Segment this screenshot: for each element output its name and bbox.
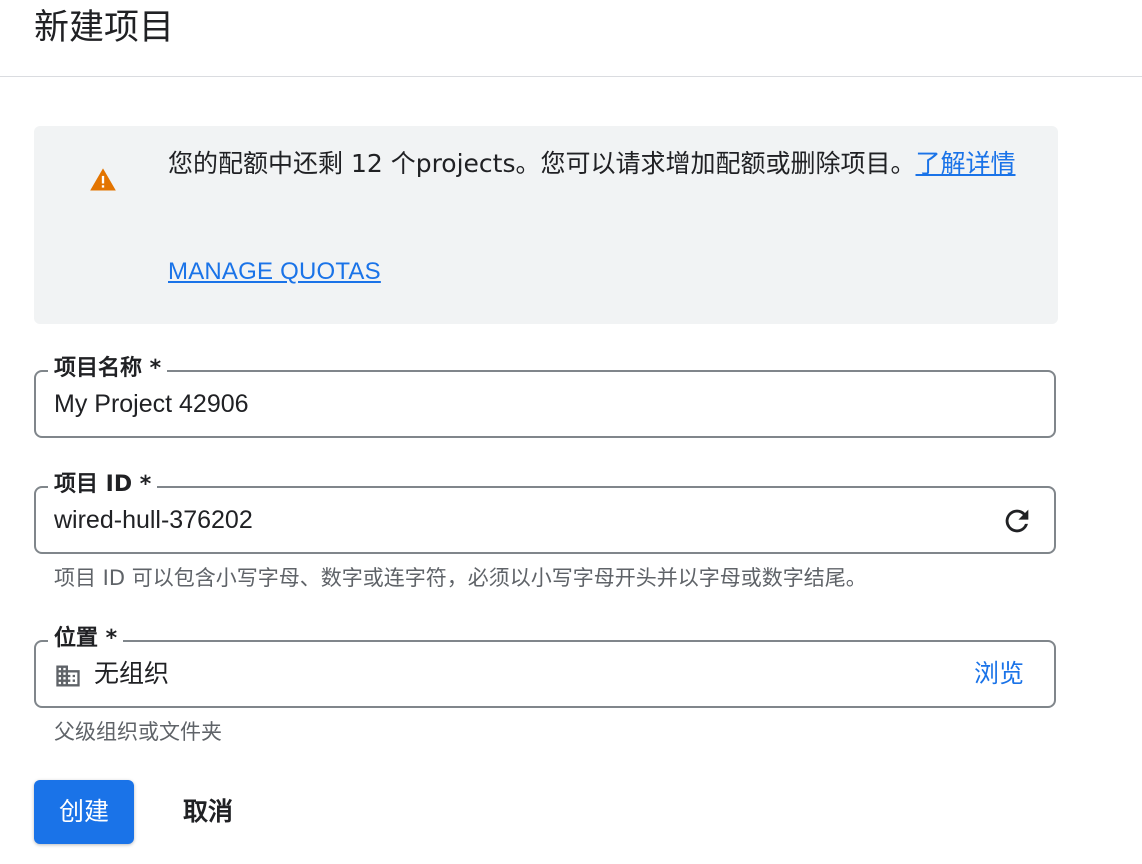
project-id-label: 项目 ID * bbox=[48, 470, 158, 500]
manage-quotas-link[interactable]: MANAGE QUOTAS bbox=[168, 256, 381, 288]
project-name-label: 项目名称 * bbox=[48, 354, 168, 384]
project-id-input[interactable] bbox=[54, 502, 984, 538]
cancel-button[interactable]: 取消 bbox=[168, 780, 248, 844]
browse-button[interactable]: 浏览 bbox=[974, 656, 1024, 692]
page-header: 新建项目 bbox=[0, 0, 1142, 77]
create-button[interactable]: 创建 bbox=[34, 780, 134, 844]
refresh-icon[interactable] bbox=[1000, 504, 1034, 538]
learn-more-link[interactable]: 了解详情 bbox=[916, 149, 1016, 178]
project-name-field[interactable]: 项目名称 * bbox=[34, 354, 1056, 438]
project-name-input[interactable] bbox=[54, 386, 984, 422]
page-title: 新建项目 bbox=[34, 8, 175, 48]
location-field[interactable]: 位置 * 无组织 浏览 bbox=[34, 624, 1056, 708]
warning-icon bbox=[90, 168, 116, 191]
building-icon bbox=[56, 665, 80, 687]
quota-message: 您的配额中还剩 12 个projects。您可以请求增加配额或删除项目。了解详情 bbox=[168, 144, 1018, 184]
quota-message-text: 您的配额中还剩 12 个projects。您可以请求增加配额或删除项目。 bbox=[168, 149, 916, 178]
project-id-field[interactable]: 项目 ID * bbox=[34, 470, 1056, 554]
location-hint: 父级组织或文件夹 bbox=[54, 720, 222, 744]
project-id-hint: 项目 ID 可以包含小写字母、数字或连字符，必须以小写字母开头并以字母或数字结尾… bbox=[54, 566, 867, 590]
location-label: 位置 * bbox=[48, 624, 124, 654]
location-value: 无组织 bbox=[94, 659, 170, 688]
quota-alert: 您的配额中还剩 12 个projects。您可以请求增加配额或删除项目。了解详情… bbox=[34, 126, 1058, 324]
